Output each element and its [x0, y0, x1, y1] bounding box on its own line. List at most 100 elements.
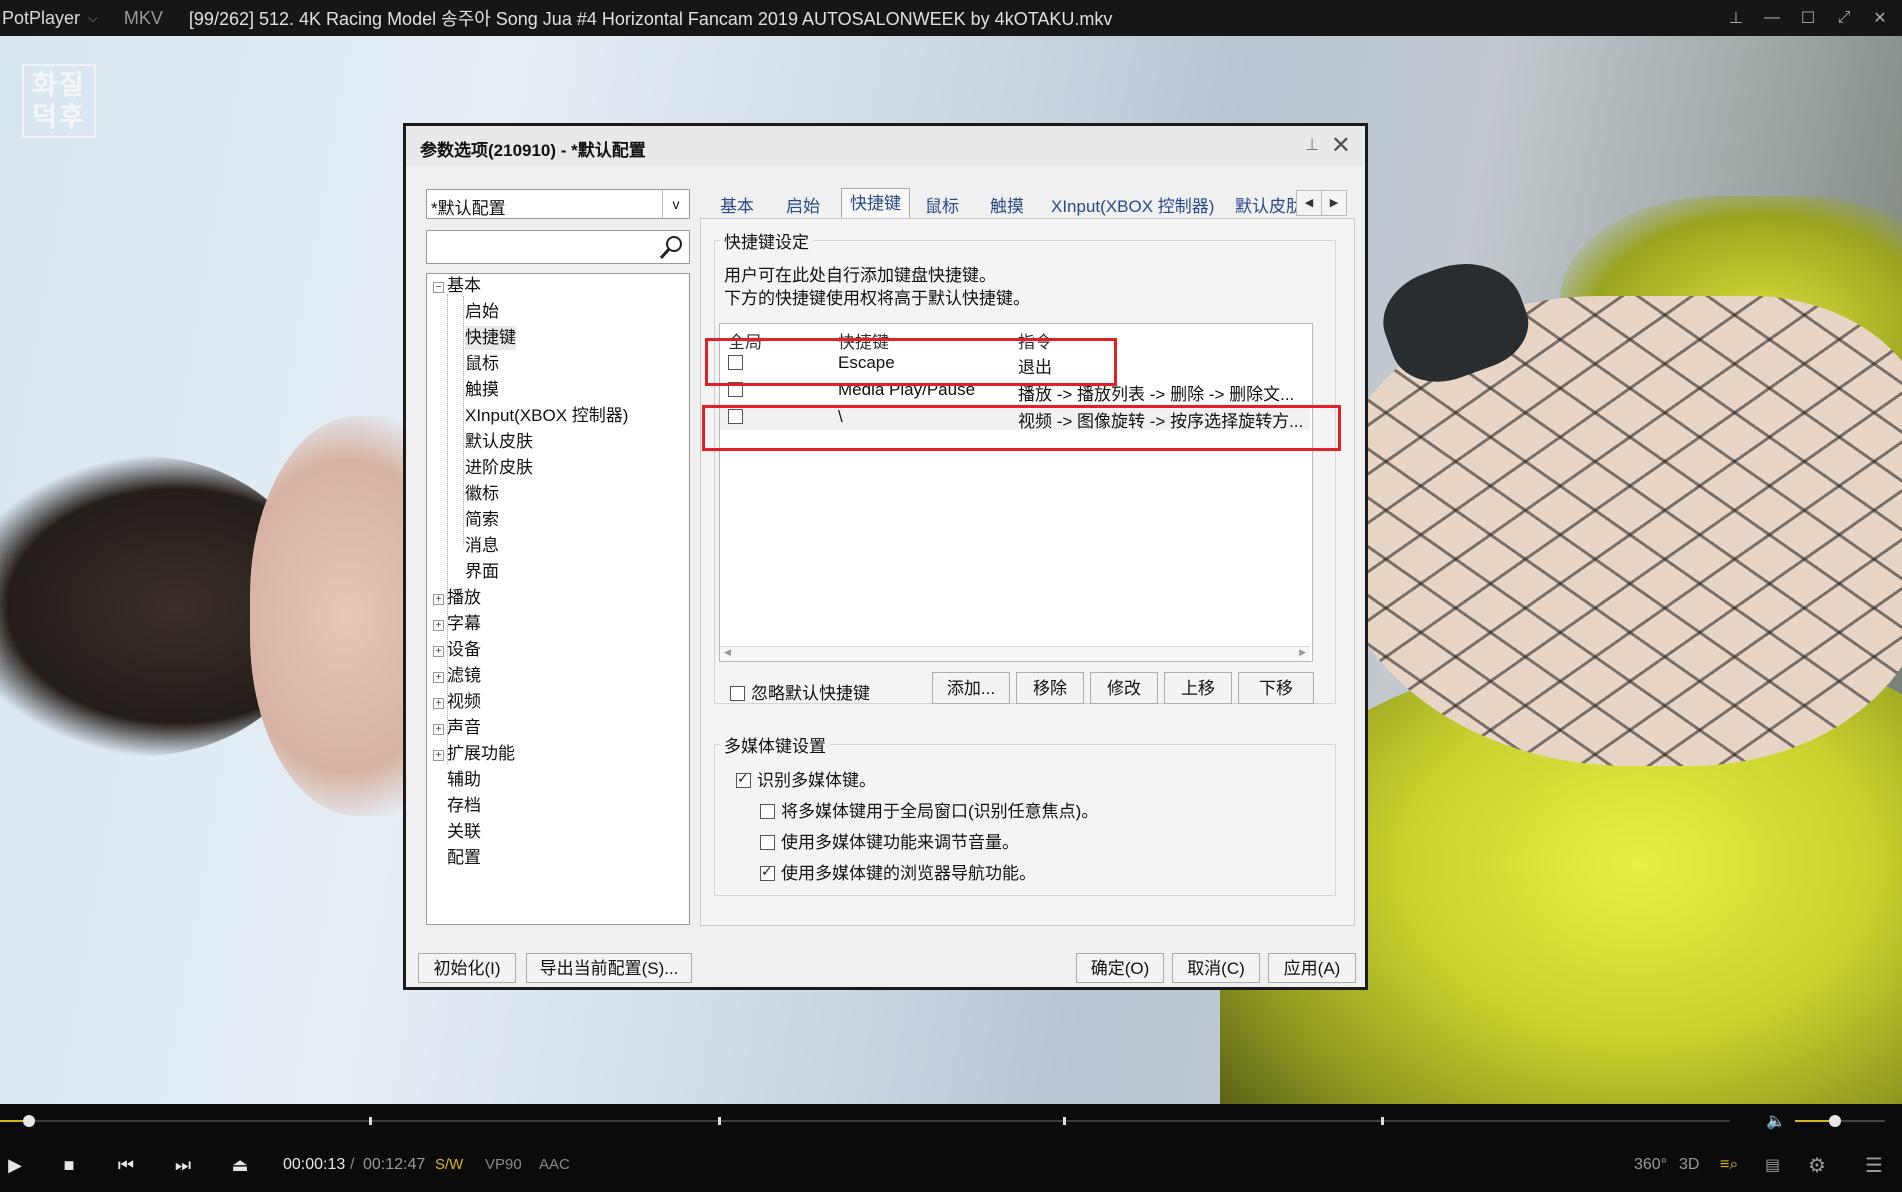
decoder-tag[interactable]: S/W: [435, 1156, 463, 1173]
checkbox-box[interactable]: [760, 835, 775, 850]
tree-item-hotkeys[interactable]: 快捷键: [465, 326, 516, 350]
tree-item-mouse[interactable]: 鼠标: [465, 352, 499, 376]
tree-item-logo[interactable]: 徽标: [465, 482, 499, 506]
tree-item-playback[interactable]: 播放: [447, 586, 481, 610]
checkbox-box[interactable]: [736, 770, 751, 788]
tree-item-subtitles[interactable]: 字幕: [447, 612, 481, 636]
tree-item-extensions[interactable]: 扩展功能: [447, 742, 515, 766]
modify-button[interactable]: 修改: [1090, 672, 1158, 704]
tree-item-touch[interactable]: 触摸: [465, 378, 499, 402]
expand-icon[interactable]: +: [433, 672, 444, 683]
horizontal-scrollbar[interactable]: ◀ ▶: [720, 646, 1310, 661]
play-icon[interactable]: ▶: [2, 1152, 28, 1178]
tab-startup[interactable]: 启始: [786, 192, 820, 217]
tab-scroll-left-icon[interactable]: ◀: [1296, 190, 1322, 216]
video-codec-tag[interactable]: VP90: [485, 1156, 522, 1173]
chapter-marker[interactable]: [369, 1117, 372, 1125]
tab-hotkeys[interactable]: 快捷键: [841, 188, 910, 219]
chapter-marker[interactable]: [718, 1117, 721, 1125]
tree-item-xinput[interactable]: XInput(XBOX 控制器): [465, 404, 628, 428]
chapter-marker[interactable]: [1381, 1117, 1384, 1125]
ok-button[interactable]: 确定(O): [1076, 953, 1164, 983]
tab-touch[interactable]: 触摸: [990, 192, 1024, 217]
tree-item-filters[interactable]: 滤镜: [447, 664, 481, 688]
tree-item-audio[interactable]: 声音: [447, 716, 481, 740]
fullscreen-button[interactable]: ⤢: [1830, 4, 1858, 32]
eject-icon[interactable]: ⏏: [227, 1152, 253, 1178]
tree-item-advanced-skin[interactable]: 进阶皮肤: [465, 456, 533, 480]
minimize-button[interactable]: —: [1758, 4, 1786, 32]
audio-codec-tag[interactable]: AAC: [539, 1156, 570, 1173]
tree-item-brief[interactable]: 简索: [465, 508, 499, 532]
tree-item-default-skin[interactable]: 默认皮肤: [465, 430, 533, 454]
apply-button[interactable]: 应用(A): [1268, 953, 1356, 983]
export-config-button[interactable]: 导出当前配置(S)...: [526, 953, 692, 983]
tree-item-accessibility[interactable]: 辅助: [447, 768, 481, 792]
media-option-checkbox[interactable]: 使用多媒体键功能来调节音量。: [760, 828, 1019, 853]
move-up-button[interactable]: 上移: [1164, 672, 1232, 704]
media-option-checkbox[interactable]: 使用多媒体键的浏览器导航功能。: [760, 859, 1036, 884]
next-icon[interactable]: ⏭: [170, 1152, 196, 1178]
volume-handle[interactable]: [1829, 1115, 1841, 1127]
gear-icon[interactable]: ⚙: [1808, 1152, 1826, 1178]
tree-item-basic[interactable]: 基本: [447, 274, 481, 298]
vr360-button[interactable]: 360°: [1634, 1152, 1667, 1178]
tree-item-config[interactable]: 配置: [447, 846, 481, 870]
maximize-button[interactable]: ☐: [1794, 4, 1822, 32]
menu-icon[interactable]: ☰: [1865, 1152, 1883, 1178]
3d-button[interactable]: 3D: [1679, 1152, 1699, 1178]
seek-track[interactable]: [0, 1120, 1730, 1122]
expand-icon[interactable]: +: [433, 646, 444, 657]
tree-item-archive[interactable]: 存档: [447, 794, 481, 818]
checkbox-box[interactable]: [760, 863, 775, 881]
seek-bar[interactable]: 🔈: [0, 1104, 1902, 1138]
pin-icon[interactable]: ⊥: [1722, 4, 1750, 32]
scroll-right-icon[interactable]: ▶: [1299, 647, 1306, 658]
tree-item-interface[interactable]: 界面: [465, 560, 499, 584]
checkbox-box[interactable]: [760, 804, 775, 819]
volume-icon[interactable]: 🔈: [1766, 1111, 1786, 1131]
remove-button[interactable]: 移除: [1016, 672, 1084, 704]
previous-icon[interactable]: ⏮: [113, 1152, 139, 1178]
ignore-default-checkbox[interactable]: 忽略默认快捷键: [730, 679, 870, 704]
cancel-button[interactable]: 取消(C): [1172, 953, 1260, 983]
expand-icon[interactable]: +: [433, 594, 444, 605]
tab-xinput[interactable]: XInput(XBOX 控制器): [1051, 192, 1214, 217]
pin-icon[interactable]: ⊥: [1305, 135, 1319, 155]
media-option-checkbox[interactable]: 识别多媒体键。: [736, 766, 876, 791]
initialize-button[interactable]: 初始化(I): [418, 953, 516, 983]
chevron-down-icon[interactable]: ⌵: [88, 10, 98, 26]
chapter-marker[interactable]: [1063, 1117, 1066, 1125]
playlist-icon[interactable]: ▤: [1765, 1152, 1780, 1178]
close-button[interactable]: ✕: [1866, 4, 1894, 32]
tab-default-skin[interactable]: 默认皮肋: [1235, 192, 1300, 217]
add-button[interactable]: 添加...: [932, 672, 1010, 704]
scroll-left-icon[interactable]: ◀: [724, 647, 731, 658]
tab-scroll-right-icon[interactable]: ▶: [1321, 190, 1347, 216]
checkbox-box[interactable]: [730, 686, 745, 701]
expand-icon[interactable]: +: [433, 750, 444, 761]
tree-item-association[interactable]: 关联: [447, 820, 481, 844]
tree-item-startup[interactable]: 启始: [465, 300, 499, 324]
chevron-down-icon[interactable]: v: [662, 190, 689, 218]
tree-item-device[interactable]: 设备: [447, 638, 481, 662]
tree-item-video[interactable]: 视频: [447, 690, 481, 714]
expand-icon[interactable]: +: [433, 724, 444, 735]
media-option-checkbox[interactable]: 将多媒体键用于全局窗口(识别任意焦点)。: [760, 797, 1098, 822]
move-down-button[interactable]: 下移: [1238, 672, 1314, 704]
settings-tree[interactable]: − 基本 启始 快捷键 鼠标 触摸 XInput(XBOX 控制器) 默认皮肤 …: [426, 273, 690, 925]
expand-icon[interactable]: +: [433, 620, 444, 631]
expand-icon[interactable]: +: [433, 698, 444, 709]
search-icon[interactable]: [657, 233, 685, 261]
seek-handle[interactable]: [23, 1115, 35, 1127]
collapse-icon[interactable]: −: [433, 282, 444, 293]
profile-select[interactable]: *默认配置 v: [426, 189, 690, 219]
tree-item-messages[interactable]: 消息: [465, 534, 499, 558]
stop-icon[interactable]: ■: [56, 1152, 82, 1178]
app-brand[interactable]: PotPlayer: [0, 8, 80, 29]
tab-mouse[interactable]: 鼠标: [925, 192, 959, 217]
search-icon[interactable]: ≡⌕: [1720, 1152, 1738, 1178]
close-icon[interactable]: ✕: [1331, 131, 1351, 160]
search-input[interactable]: [426, 230, 690, 264]
tab-basic[interactable]: 基本: [720, 192, 754, 217]
